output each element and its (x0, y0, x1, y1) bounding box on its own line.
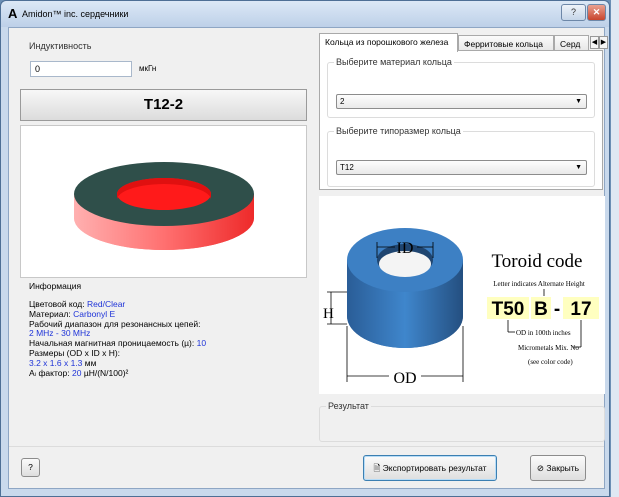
info-al-label: Aₗ фактор: (29, 368, 70, 378)
inductance-label: Индуктивность (27, 41, 94, 51)
result-group: Результат (319, 401, 605, 442)
inductance-unit: мкГн (139, 64, 157, 73)
code-b: B (534, 299, 548, 320)
info-al-unit: µH/(N/100)² (83, 368, 129, 378)
export-icon: 🗎 (373, 463, 383, 473)
info-al-row: Aₗ фактор: 20 µH/(N/100)² (29, 368, 128, 379)
material-group: Выберите материал кольца 2 ▼ (327, 57, 595, 118)
main-window: A Amidon™ inc. сердечники ? ✕ Индуктивно… (0, 0, 610, 497)
size-select-value: T12 (340, 163, 354, 172)
red-toroid-icon (74, 162, 254, 250)
info-size-row: 3.2 x 1.6 x 1.3 мм (29, 358, 96, 368)
code-17: 17 (570, 299, 591, 320)
tab-cores[interactable]: Серд (554, 35, 589, 51)
info-perm-label: Начальная магнитная проницаемость (µ): (29, 338, 195, 348)
core-3d-image (20, 125, 307, 278)
info-perm-value: 10 (196, 338, 207, 348)
info-color-row: Цветовой код: Red/Clear (29, 299, 125, 309)
h-label: H (323, 306, 334, 322)
chevron-down-icon: ▼ (575, 164, 582, 171)
tab-scroll-right-icon[interactable]: ▶ (599, 36, 608, 49)
core-name-display: T12-2 (20, 89, 307, 121)
toroid-code-diagram: ID H OD Toroid code Letter indicates Alt… (319, 196, 605, 394)
code-dash: - (554, 299, 560, 320)
info-size-unit: мм (84, 358, 97, 368)
size-label: Выберите типоразмер кольца (334, 126, 463, 136)
inductance-input[interactable] (30, 61, 132, 77)
export-button[interactable]: 🗎 Экспортировать результат (363, 455, 497, 481)
tab-scroll-left-icon[interactable]: ◀ (590, 36, 599, 49)
od-label: OD (393, 370, 416, 387)
chevron-down-icon: ▼ (575, 98, 582, 105)
footer-divider (9, 446, 604, 447)
id-label: ID (397, 240, 414, 257)
info-perm-row: Начальная магнитная проницаемость (µ): 1… (29, 338, 206, 348)
alt-height-note: Letter indicates Alternate Height (493, 280, 585, 288)
title-close-button[interactable]: ✕ (587, 4, 606, 21)
info-size-label: Размеры (OD x ID x H): (29, 348, 121, 358)
app-logo-icon: A (8, 6, 18, 21)
info-material-row: Материал: Carbonyl E (29, 309, 115, 319)
close-label: Закрыть (546, 463, 580, 473)
client-area: Индуктивность мкГн T12-2 (8, 27, 608, 489)
tab-powdered-iron[interactable]: Кольца из порошкового железа (319, 33, 458, 52)
toroid-code-title: Toroid code (491, 251, 582, 272)
info-range-value: 2 MHz - 30 MHz (29, 328, 91, 338)
color-note: (see color code) (528, 358, 573, 366)
info-material-label: Материал: (29, 309, 71, 319)
close-icon: ⊘ (536, 463, 547, 473)
size-select[interactable]: T12 ▼ (336, 160, 587, 175)
tab-ferrite[interactable]: Ферритовые кольца (458, 35, 554, 51)
info-title: Информация (29, 281, 82, 291)
od-note: OD in 100th inches (516, 329, 571, 337)
info-size-value: 3.2 x 1.6 x 1.3 (29, 358, 83, 368)
info-al-value: 20 (71, 368, 82, 378)
tab-strip: Кольца из порошкового железа Ферритовые … (319, 33, 608, 52)
close-button[interactable]: ⊘ Закрыть (530, 455, 586, 481)
title-bar: A Amidon™ inc. сердечники ? ✕ (1, 1, 609, 27)
size-group: Выберите типоразмер кольца T12 ▼ (327, 126, 595, 187)
info-material-value: Carbonyl E (73, 309, 116, 319)
mix-note: Micrometals Mix. No (518, 344, 579, 352)
material-label: Выберите материал кольца (334, 57, 454, 67)
info-color-label: Цветовой код: (29, 299, 85, 309)
title-help-button[interactable]: ? (561, 4, 586, 21)
material-select-value: 2 (340, 97, 345, 106)
code-t: T50 (492, 299, 525, 320)
window-title: Amidon™ inc. сердечники (22, 9, 129, 19)
material-select[interactable]: 2 ▼ (336, 94, 587, 109)
info-color-value: Red/Clear (87, 299, 126, 309)
result-label: Результат (326, 401, 371, 411)
background-window-edge (611, 0, 619, 497)
help-button[interactable]: ? (21, 458, 40, 477)
export-label: Экспортировать результат (382, 463, 487, 473)
tab-panel: Выберите материал кольца 2 ▼ Выберите ти… (319, 50, 603, 190)
